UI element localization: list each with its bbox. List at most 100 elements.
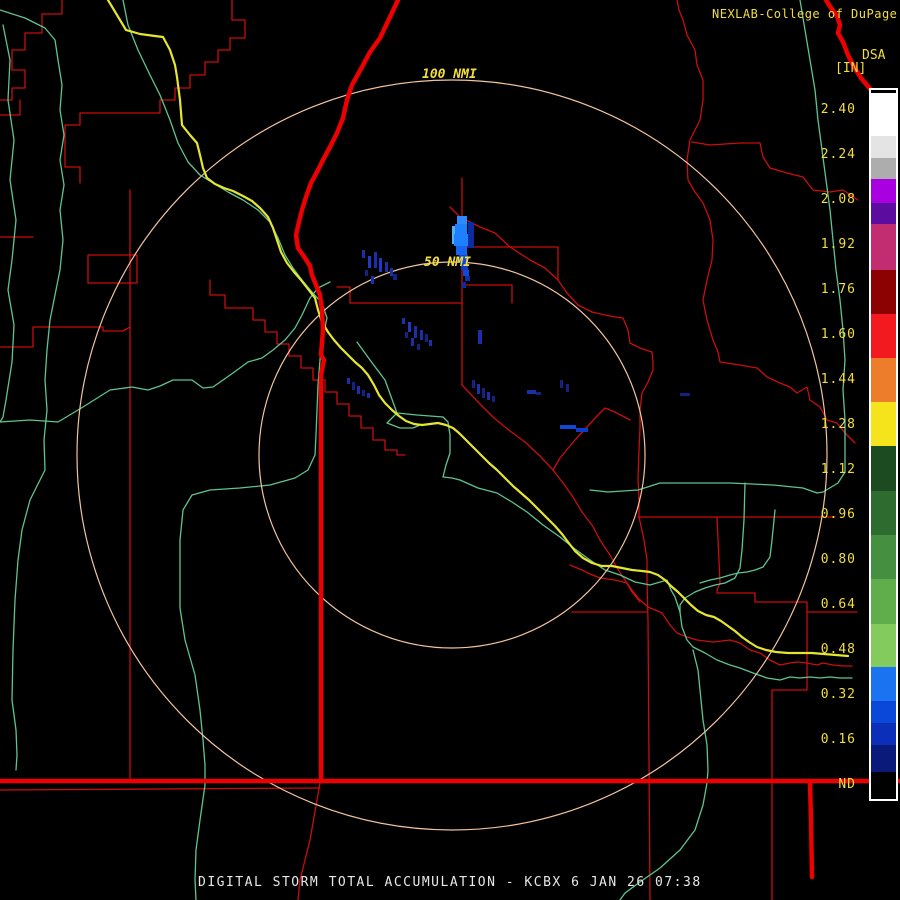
colorbar-tick-label: 0.32: [820, 687, 856, 702]
colorbar-tick-label: 2.08: [820, 192, 856, 207]
range-ring-50-nmi: [258, 261, 646, 649]
colorbar-tick-label: 0.80: [820, 552, 856, 567]
precip-echo: [680, 393, 690, 396]
colorbar-tick-label: 1.60: [820, 327, 856, 342]
precip-echo: [472, 380, 475, 388]
highway-line: [807, 780, 815, 880]
precip-echo: [457, 216, 467, 224]
precip-echo: [478, 330, 482, 344]
colorbar-segment: [871, 446, 896, 491]
precip-echo: [455, 224, 467, 234]
river-line: [356, 341, 461, 481]
colorbar-tick-label: 2.40: [820, 102, 856, 117]
colorbar-tick-label: 1.12: [820, 462, 856, 477]
precip-echo: [492, 396, 495, 402]
colorbar-segment: [871, 723, 896, 745]
colorbar-segment: [871, 314, 896, 358]
yellow-highway-line: [106, 0, 850, 658]
river-line: [122, 0, 328, 900]
precip-echo: [379, 258, 382, 272]
precip-echo: [482, 388, 485, 398]
product-units-label: [IN]: [835, 61, 867, 76]
colorbar-tick-label: 2.24: [820, 147, 856, 162]
county-boundary-line: [461, 384, 554, 471]
colorbar-segment: [871, 667, 896, 701]
precip-echo: [465, 276, 470, 281]
radar-map: [0, 0, 900, 900]
colorbar-segment: [871, 579, 896, 624]
colorbar-segment: [871, 224, 896, 270]
precip-echo: [417, 344, 420, 350]
precip-echo: [367, 393, 370, 398]
county-boundary-line: [0, 326, 131, 348]
county-boundary-line: [336, 286, 463, 304]
precip-echo: [462, 282, 466, 288]
county-boundary-line: [449, 206, 654, 900]
colorbar-tick-label: 1.28: [820, 417, 856, 432]
colorbar-segment: [871, 158, 896, 179]
precip-echo: [527, 390, 536, 394]
precip-echo: [414, 326, 417, 338]
river-line: [0, 281, 331, 423]
colorbar-tick-label: 1.76: [820, 282, 856, 297]
colorbar-tick-label: 1.92: [820, 237, 856, 252]
colorbar-segment: [871, 93, 896, 136]
colorbar-tick-label: 0.16: [820, 732, 856, 747]
brand-text: NEXLAB-College of DuPage: [712, 7, 898, 21]
brand: NEXLAB-College of DuPage: [712, 7, 900, 21]
precip-echo: [463, 270, 469, 276]
precip-echo: [566, 384, 569, 392]
range-ring-label-100nmi: 100 NMI: [422, 67, 477, 82]
colorbar-segment: [871, 701, 896, 723]
river-line: [0, 24, 17, 423]
precip-echo: [468, 222, 474, 248]
precip-echo: [352, 382, 355, 390]
colorbar-segment: [871, 491, 896, 535]
river-line: [619, 649, 709, 900]
county-boundary-line: [552, 407, 641, 603]
range-ring-label-50nmi: 50 NMI: [424, 255, 471, 270]
precip-echo: [371, 276, 374, 284]
precip-echo: [408, 322, 411, 332]
colorbar-tick-label: 0.48: [820, 642, 856, 657]
precip-echo: [374, 252, 377, 268]
precip-echo: [560, 425, 576, 429]
county-boundary-line: [0, 787, 321, 791]
colorbar-tick-label: ND: [838, 777, 856, 792]
colorbar-segment: [871, 535, 896, 579]
precip-echo: [454, 234, 468, 246]
precip-echo: [347, 378, 350, 384]
precip-echo: [393, 274, 397, 280]
precip-echo: [411, 338, 414, 346]
colorbar-segment: [871, 358, 896, 402]
precip-echo: [560, 380, 563, 388]
colorbar-segment: [871, 179, 896, 203]
precip-echo: [420, 330, 423, 340]
precip-echo: [456, 246, 467, 255]
range-ring-100-nmi: [76, 79, 828, 831]
precip-echo: [425, 334, 428, 342]
colorbar-segment: [871, 136, 896, 158]
precip-echo: [576, 428, 588, 432]
highway-line: [293, 0, 401, 784]
colorbar-tick-label: 0.96: [820, 507, 856, 522]
precip-echo: [536, 392, 541, 395]
precip-echo: [365, 270, 368, 276]
precip-echo: [477, 384, 480, 394]
precip-echo: [390, 268, 393, 276]
colorbar-segment: [871, 402, 896, 446]
county-boundary-line: [64, 0, 246, 184]
precip-echo: [405, 332, 408, 338]
river-line: [0, 9, 65, 771]
colorbar-tick-label: 1.44: [820, 372, 856, 387]
precip-echo: [487, 392, 490, 400]
precip-echo: [402, 318, 405, 324]
county-boundary-line: [461, 284, 513, 304]
precip-echo: [362, 250, 365, 258]
colorbar-segment: [871, 203, 896, 224]
colorbar-tick-label: 0.64: [820, 597, 856, 612]
colorbar-segment: [871, 772, 896, 799]
colorbar-segment: [871, 624, 896, 667]
precip-echo: [357, 386, 360, 394]
colorbar: [869, 88, 898, 801]
